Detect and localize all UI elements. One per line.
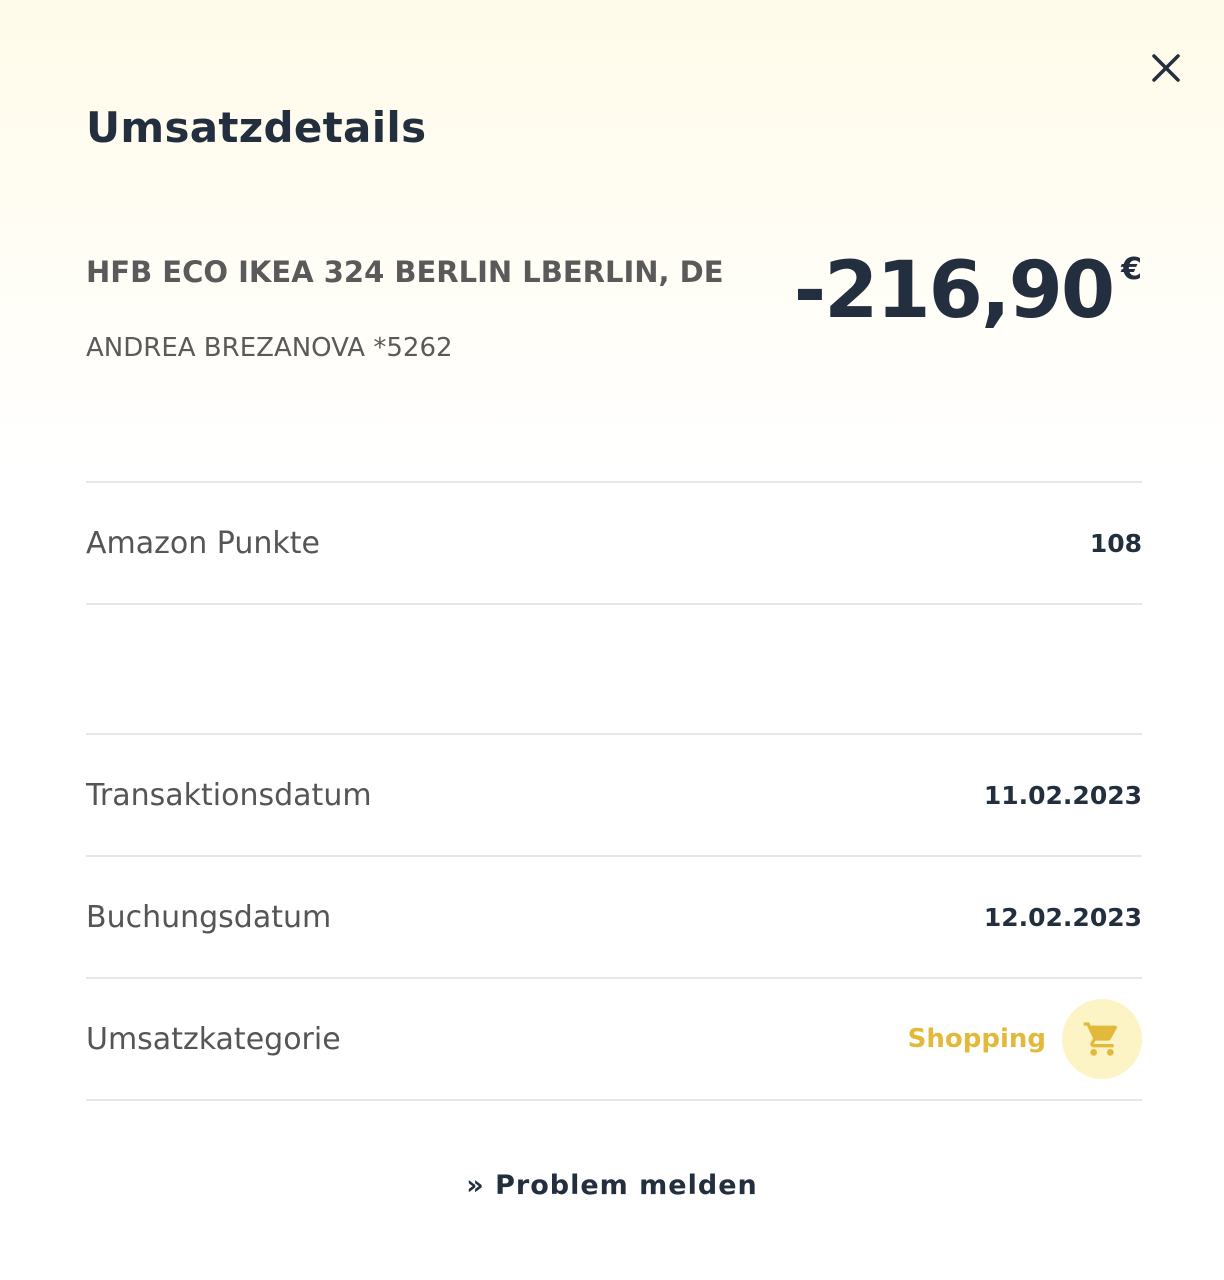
category-value: Shopping bbox=[907, 1024, 1046, 1054]
category-selector[interactable]: Shopping bbox=[908, 999, 1142, 1079]
transaction-date-value: 11.02.2023 bbox=[983, 780, 1142, 810]
category-label: Umsatzkategorie bbox=[86, 1021, 341, 1057]
transaction-details-modal: Umsatzdetails HFB ECO IKEA 324 BERLIN LB… bbox=[0, 0, 1224, 1280]
close-icon[interactable] bbox=[1146, 48, 1186, 88]
page-title: Umsatzdetails bbox=[86, 103, 427, 152]
booking-date-label: Buchungsdatum bbox=[86, 899, 332, 935]
amount-value: -216,90 bbox=[793, 246, 1115, 336]
points-label: Amazon Punkte bbox=[86, 525, 320, 561]
divider bbox=[86, 603, 1142, 605]
booking-date-value: 12.02.2023 bbox=[983, 902, 1142, 932]
points-value: 108 bbox=[1089, 528, 1142, 558]
divider bbox=[86, 1099, 1142, 1101]
detail-row-category[interactable]: Umsatzkategorie Shopping bbox=[86, 979, 1142, 1099]
detail-row-booking-date: Buchungsdatum 12.02.2023 bbox=[86, 857, 1142, 977]
transaction-amount: -216,90 € bbox=[794, 246, 1142, 336]
detail-row-transaction-date: Transaktionsdatum 11.02.2023 bbox=[86, 735, 1142, 855]
detail-row-points: Amazon Punkte 108 bbox=[86, 483, 1142, 603]
report-problem-link[interactable]: » Problem melden bbox=[0, 1166, 1224, 1206]
cardholder-name: ANDREA BREZANOVA *5262 bbox=[86, 333, 453, 363]
transaction-date-label: Transaktionsdatum bbox=[86, 777, 372, 813]
category-icon-badge bbox=[1062, 999, 1142, 1079]
merchant-name: HFB ECO IKEA 324 BERLIN LBERLIN, DE bbox=[86, 255, 724, 289]
close-button[interactable] bbox=[1146, 48, 1186, 88]
shopping-cart-icon bbox=[1083, 1022, 1118, 1056]
amount-currency: € bbox=[1121, 252, 1142, 287]
